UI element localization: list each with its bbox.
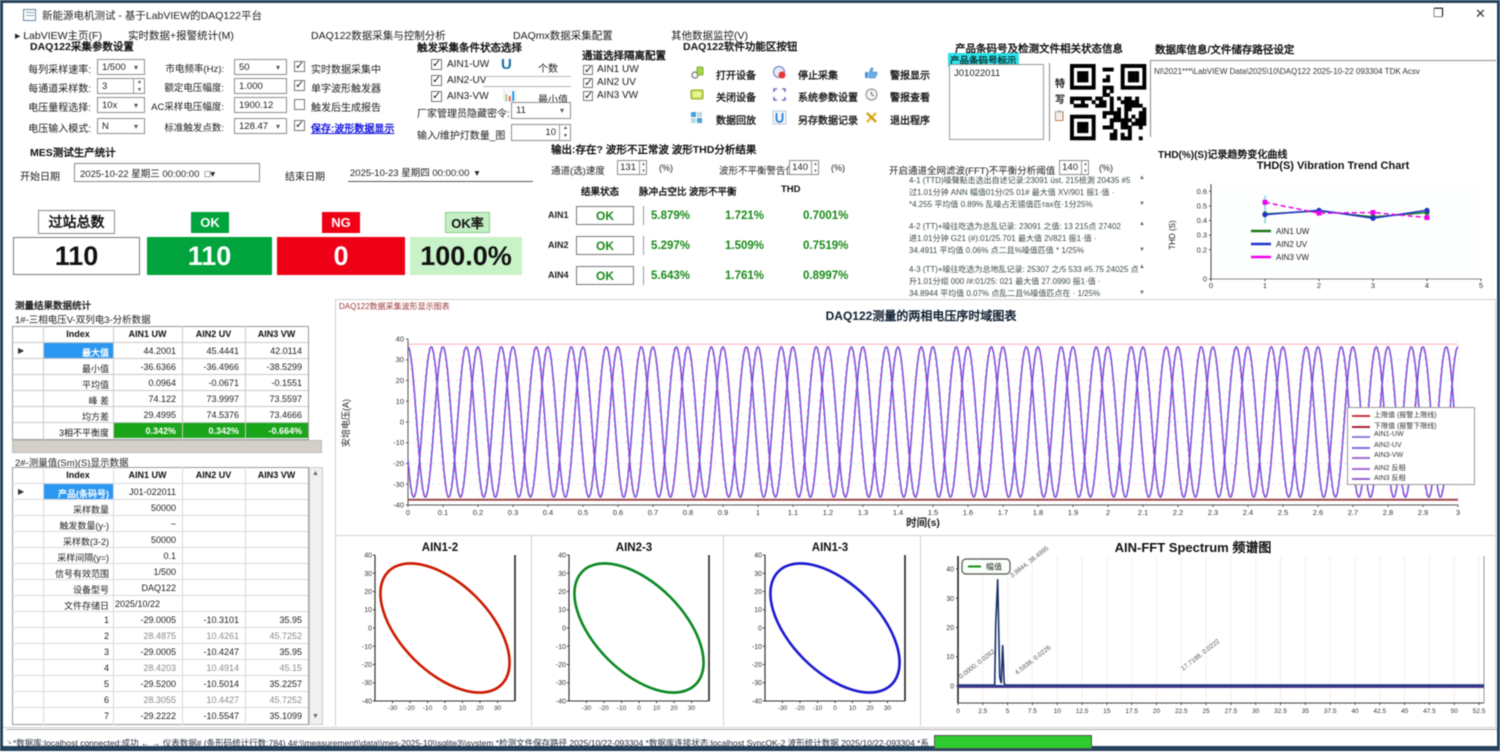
svg-text:17.7188, 0.0222: 17.7188, 0.0222 [1180, 638, 1222, 673]
svg-text:40: 40 [946, 567, 954, 574]
svg-text:幅值: 幅值 [986, 562, 1002, 572]
svg-text:30: 30 [1252, 708, 1260, 715]
svg-text:52.5: 52.5 [1473, 708, 1486, 715]
svg-text:35: 35 [1302, 708, 1310, 715]
svg-text:12.5: 12.5 [1076, 708, 1089, 715]
svg-text:40: 40 [1351, 708, 1359, 715]
svg-text:30: 30 [946, 596, 954, 603]
svg-text:20: 20 [946, 625, 954, 632]
svg-text:15: 15 [1103, 708, 1111, 715]
svg-text:2.5: 2.5 [978, 708, 987, 715]
svg-text:32.5: 32.5 [1274, 708, 1287, 715]
svg-text:0.0000, 0.0262: 0.0000, 0.0262 [958, 648, 997, 680]
svg-text:0: 0 [950, 684, 954, 691]
svg-text:10: 10 [946, 654, 954, 661]
svg-text:47.5: 47.5 [1423, 708, 1436, 715]
svg-text:5: 5 [1006, 708, 1010, 715]
svg-text:50: 50 [1451, 708, 1459, 715]
svg-text:22.5: 22.5 [1175, 708, 1188, 715]
svg-text:17.5: 17.5 [1125, 708, 1138, 715]
svg-text:10: 10 [1054, 708, 1062, 715]
svg-text:37.5: 37.5 [1324, 708, 1337, 715]
svg-text:42.5: 42.5 [1373, 708, 1386, 715]
svg-text:3.9844, 36.4995: 3.9844, 36.4995 [1009, 545, 1051, 580]
svg-text:7.5: 7.5 [1028, 708, 1037, 715]
svg-text:4.5938, 0.0226: 4.5938, 0.0226 [1014, 644, 1053, 676]
svg-text:25: 25 [1202, 708, 1210, 715]
svg-text:27.5: 27.5 [1225, 708, 1238, 715]
svg-text:20: 20 [1153, 708, 1161, 715]
svg-text:45: 45 [1401, 708, 1409, 715]
svg-text:AIN-FFT Spectrum 频谱图: AIN-FFT Spectrum 频谱图 [1115, 540, 1272, 555]
svg-text:0: 0 [956, 708, 960, 715]
